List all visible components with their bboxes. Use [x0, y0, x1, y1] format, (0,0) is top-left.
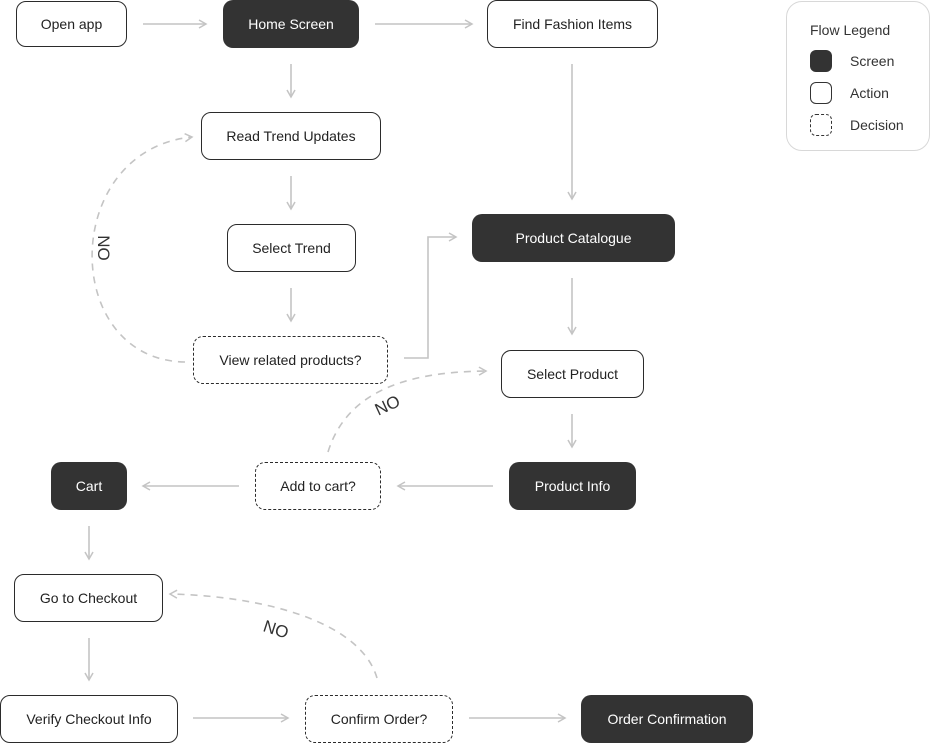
node-home-screen[interactable]: Home Screen	[223, 0, 359, 48]
node-go-to-checkout[interactable]: Go to Checkout	[14, 574, 163, 622]
legend-label: Screen	[850, 53, 895, 69]
decision-swatch-icon	[810, 114, 832, 136]
node-order-confirmation[interactable]: Order Confirmation	[581, 695, 753, 743]
legend-item-decision: Decision	[810, 114, 904, 136]
node-product-info[interactable]: Product Info	[509, 462, 636, 510]
legend-item-screen: Screen	[810, 50, 894, 72]
node-cart[interactable]: Cart	[51, 462, 127, 510]
node-read-trend-updates[interactable]: Read Trend Updates	[201, 112, 381, 160]
node-select-trend[interactable]: Select Trend	[227, 224, 356, 272]
flow-legend: Flow Legend Screen Action Decision	[786, 1, 930, 151]
node-add-to-cart[interactable]: Add to cart?	[255, 462, 381, 510]
no-label-trend: NO	[93, 235, 113, 261]
legend-item-action: Action	[810, 82, 889, 104]
screen-swatch-icon	[810, 50, 832, 72]
node-find-fashion-items[interactable]: Find Fashion Items	[487, 0, 658, 48]
action-swatch-icon	[810, 82, 832, 104]
node-open-app[interactable]: Open app	[16, 1, 127, 47]
legend-label: Decision	[850, 117, 904, 133]
node-confirm-order[interactable]: Confirm Order?	[305, 695, 453, 743]
node-view-related-products[interactable]: View related products?	[193, 336, 388, 384]
node-product-catalogue[interactable]: Product Catalogue	[472, 214, 675, 262]
legend-label: Action	[850, 85, 889, 101]
node-verify-checkout-info[interactable]: Verify Checkout Info	[0, 695, 178, 743]
node-select-product[interactable]: Select Product	[501, 350, 644, 398]
legend-title: Flow Legend	[810, 22, 891, 38]
edge-view-catalogue	[404, 232, 458, 359]
